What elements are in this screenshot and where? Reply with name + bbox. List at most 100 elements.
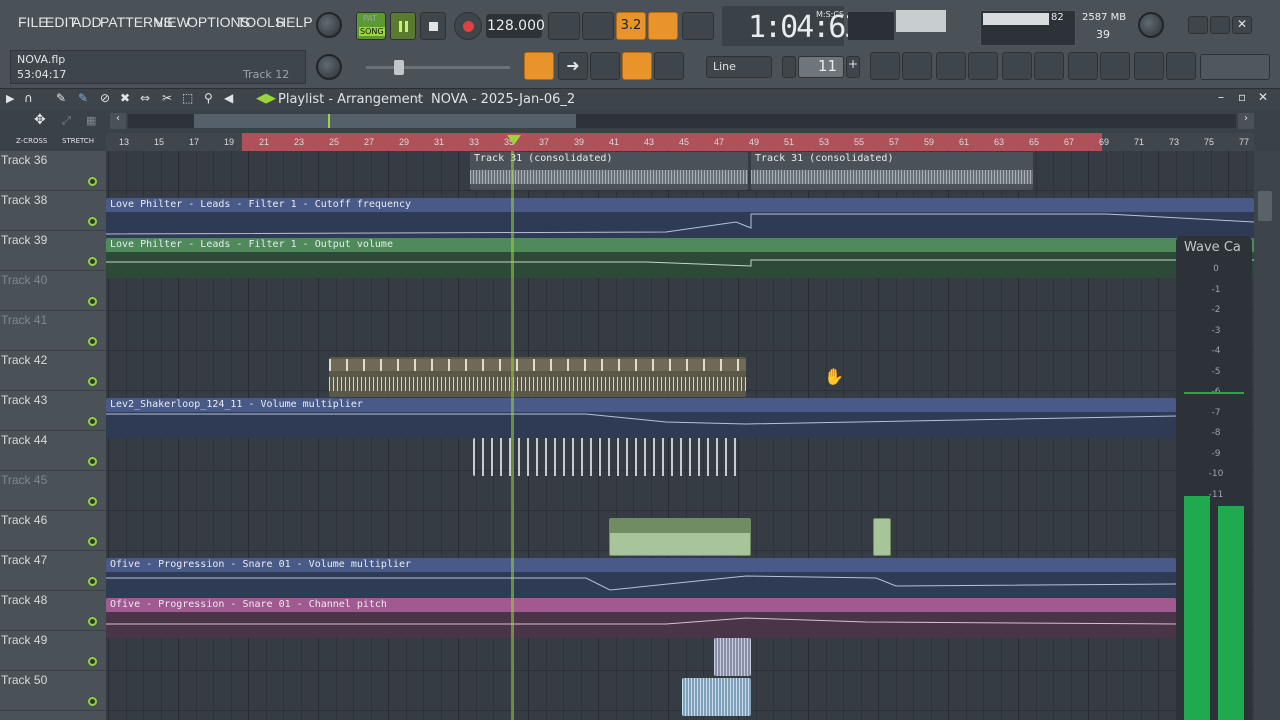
automation-clip[interactable]: Love Philter - Leads - Filter 1 - Cutoff… — [106, 198, 1254, 238]
master-volume-knob[interactable] — [316, 12, 342, 38]
playlist-button[interactable] — [524, 52, 554, 80]
track-enable-led[interactable] — [88, 697, 97, 706]
track-enable-led[interactable] — [88, 537, 97, 546]
panel-maximize-icon[interactable]: ▫ — [1238, 90, 1246, 104]
track-enable-led[interactable] — [88, 177, 97, 186]
pencil-icon[interactable]: ✎ — [56, 91, 66, 105]
scroll-right-button[interactable]: › — [1238, 113, 1254, 129]
channel-rack-icon[interactable] — [870, 52, 900, 80]
track-header[interactable]: Track 41 — [0, 311, 106, 351]
metronome-button[interactable] — [548, 12, 580, 40]
wait-input-button[interactable] — [582, 12, 614, 40]
news-panel[interactable] — [1200, 54, 1270, 80]
close-button[interactable]: ✕ — [1232, 16, 1252, 34]
speaker-icon[interactable]: ◀ — [224, 91, 233, 105]
keyboard-icon[interactable]: ▦ — [86, 114, 96, 127]
menu-add[interactable]: ADD — [72, 14, 102, 30]
track-header[interactable]: Track 36 — [0, 151, 106, 191]
panel-close-icon[interactable]: ✕ — [1258, 90, 1268, 104]
pat-song-toggle[interactable]: PAT SONG — [356, 12, 386, 40]
mute-icon[interactable]: ✖ — [120, 91, 130, 105]
track-enable-led[interactable] — [88, 617, 97, 626]
shop-icon[interactable] — [1166, 52, 1196, 80]
playhead-marker-icon[interactable] — [507, 135, 521, 145]
track-header[interactable]: Track 48 — [0, 591, 106, 631]
audio-clip[interactable] — [609, 518, 751, 556]
menu-view[interactable]: VIEW — [154, 14, 190, 30]
pitch-slider[interactable] — [366, 60, 510, 75]
link-icon[interactable] — [622, 52, 652, 80]
track-enable-led[interactable] — [88, 577, 97, 586]
track-enable-led[interactable] — [88, 217, 97, 226]
track-header[interactable]: Track 43 — [0, 391, 106, 431]
track-enable-led[interactable] — [88, 257, 97, 266]
vertical-scrollbar[interactable] — [1254, 151, 1280, 720]
wave-candy-meter[interactable]: Wave Ca 0-1-2-3-4-5-6-7-8-9-10-11 — [1176, 236, 1252, 720]
track-header[interactable]: Track 46 — [0, 511, 106, 551]
track-enable-led[interactable] — [88, 337, 97, 346]
pattern-clip[interactable] — [329, 357, 746, 397]
step-edit-button[interactable]: 3.2 — [616, 12, 646, 40]
arrangement-grid[interactable]: Track 31 (consolidated) Track 31 (consol… — [106, 151, 1254, 720]
audio-clip[interactable] — [873, 518, 891, 556]
menu-file[interactable]: FILE — [18, 14, 48, 30]
track-header[interactable]: Track 49 — [0, 631, 106, 671]
track-header[interactable]: Track 40 — [0, 271, 106, 311]
slice-icon[interactable]: ✂ — [162, 91, 172, 105]
project-info-icon[interactable] — [1034, 52, 1064, 80]
brush-icon[interactable]: ✎ — [78, 91, 88, 105]
select-icon[interactable]: ⬚ — [182, 91, 193, 105]
track-header[interactable]: Track 44 — [0, 431, 106, 471]
fold-icon[interactable]: ⤢ — [62, 114, 71, 128]
automation-clip[interactable]: Ofive - Progression - Snare 01 - Volume … — [106, 558, 1176, 598]
stamp-icon[interactable] — [654, 52, 684, 80]
audio-clip[interactable]: Track 31 (consolidated) — [751, 152, 1033, 190]
track-header[interactable]: Track 38 — [0, 191, 106, 231]
plugin-picker-icon[interactable] — [1068, 52, 1098, 80]
track-enable-led[interactable] — [88, 297, 97, 306]
curve-tool-button[interactable] — [590, 52, 620, 80]
maximize-button[interactable] — [1210, 16, 1230, 34]
scroll-left-button[interactable]: ‹ — [110, 113, 126, 129]
time-display[interactable]: 1:04:63 M:S:CS — [722, 6, 862, 46]
track-header[interactable]: Track 39 — [0, 231, 106, 271]
mixer-icon[interactable] — [968, 52, 998, 80]
power-icon[interactable] — [1138, 12, 1164, 38]
timeline-ruler[interactable]: 13 15 17 19 21 23 25 27 29 31 33 35 37 39 41 43 45 47 49 51… — [106, 133, 1254, 151]
panel-minimize-icon[interactable]: – — [1218, 90, 1224, 104]
master-pitch-knob[interactable] — [316, 54, 342, 80]
zoom-handle-icon[interactable]: ✥ — [34, 112, 46, 128]
magnet-icon[interactable]: ∩ — [24, 91, 33, 105]
stop-button[interactable] — [420, 12, 446, 40]
track-header[interactable]: Track 42 — [0, 351, 106, 391]
track-header[interactable]: Track 47 — [0, 551, 106, 591]
arrow-right-icon[interactable]: ➜ — [558, 52, 588, 80]
patcher-icon[interactable] — [1002, 52, 1032, 80]
add-pattern-button[interactable]: + — [846, 56, 860, 78]
loop-record-button[interactable] — [682, 12, 714, 40]
export-icon[interactable] — [1134, 52, 1164, 80]
automation-clip[interactable]: Lev2_Shakerloop_124_11 - Volume multipli… — [106, 398, 1176, 438]
touch-keyboard-icon[interactable] — [1100, 52, 1130, 80]
blend-notes-button[interactable] — [648, 12, 678, 40]
pattern-number[interactable]: 11 — [798, 56, 844, 78]
browser-icon[interactable] — [936, 52, 966, 80]
track-enable-led[interactable] — [88, 457, 97, 466]
playlist-arrows-icon[interactable]: ◀▶ — [256, 91, 276, 106]
automation-clip[interactable]: Ofive - Progression - Snare 01 - Channel… — [106, 598, 1176, 638]
track-enable-led[interactable] — [88, 497, 97, 506]
menu-help[interactable]: HELP — [276, 14, 313, 30]
zoom-icon[interactable]: ⚲ — [204, 91, 213, 105]
overview-scrollbar[interactable] — [128, 114, 1236, 128]
audio-clip[interactable] — [682, 678, 751, 716]
delete-icon[interactable]: ⊘ — [100, 91, 110, 105]
track-header[interactable]: Track 45 — [0, 471, 106, 511]
stretch-label[interactable]: STRETCH — [62, 137, 94, 145]
track-enable-led[interactable] — [88, 657, 97, 666]
piano-roll-icon[interactable] — [902, 52, 932, 80]
track-enable-led[interactable] — [88, 377, 97, 386]
record-button[interactable] — [454, 12, 482, 40]
audio-clip[interactable] — [714, 638, 751, 676]
minimize-button[interactable] — [1188, 16, 1208, 34]
pattern-prev-button[interactable] — [782, 56, 796, 78]
